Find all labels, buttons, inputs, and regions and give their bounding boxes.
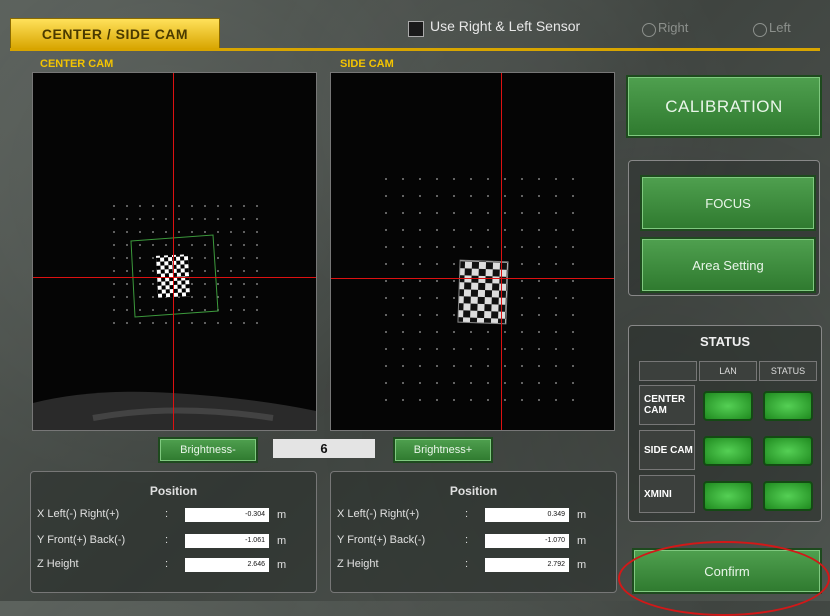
xmini-lan-led	[703, 481, 753, 511]
focus-button[interactable]: FOCUS	[640, 175, 816, 231]
status-row-center-cam: CENTER CAM	[639, 385, 695, 425]
center-position-panel: Position X Left(-) Right(+) : -0.304 m Y…	[30, 471, 317, 593]
side-cam-label: SIDE CAM	[340, 58, 394, 70]
center-crosshair-horizontal	[33, 277, 316, 278]
center-pos-y-label: Y Front(+) Back(-)	[37, 534, 126, 546]
status-row-side-cam: SIDE CAM	[639, 430, 695, 470]
radio-right[interactable]	[642, 23, 656, 37]
side-pos-x-value[interactable]: 0.349	[485, 508, 569, 522]
center-cam-view[interactable]	[32, 72, 317, 431]
status-col-lan: LAN	[699, 361, 757, 381]
use-sensor-checkbox[interactable]	[408, 21, 424, 37]
center-pos-x-unit: m	[277, 509, 287, 521]
center-cam-lan-led	[703, 391, 753, 421]
center-pos-y-unit: m	[277, 535, 287, 547]
side-cam-lan-led	[703, 436, 753, 466]
radio-left-label: Left	[769, 20, 791, 35]
status-panel: STATUS LAN STATUS CENTER CAM SIDE CAM XM…	[628, 325, 822, 522]
side-pos-x-label: X Left(-) Right(+)	[337, 508, 420, 520]
center-pos-row-x: X Left(-) Right(+) : -0.304 m	[37, 508, 287, 522]
side-cam-image	[371, 168, 581, 413]
side-pos-z-unit: m	[577, 559, 587, 571]
side-pos-row-z: Z Height : 2.792 m	[337, 558, 587, 572]
area-setting-button[interactable]: Area Setting	[640, 237, 816, 293]
confirm-highlight-ellipse	[618, 541, 830, 616]
center-pos-row-y: Y Front(+) Back(-) : -1.061 m	[37, 534, 287, 548]
status-col-status: STATUS	[759, 361, 817, 381]
center-pos-row-z: Z Height : 2.646 m	[37, 558, 287, 572]
center-crosshair-vertical	[173, 73, 174, 430]
side-pos-z-label: Z Height	[337, 558, 379, 570]
use-sensor-label: Use Right & Left Sensor	[430, 18, 581, 34]
side-pos-z-value[interactable]: 2.792	[485, 558, 569, 572]
center-pos-z-label: Z Height	[37, 558, 79, 570]
brightness-value-field[interactable]: 6	[273, 439, 375, 458]
side-pos-y-unit: m	[577, 535, 587, 547]
status-row-xmini: XMINI	[639, 475, 695, 513]
side-crosshair-horizontal	[331, 278, 614, 279]
center-pos-y-value[interactable]: -1.061	[185, 534, 269, 548]
center-pos-x-value[interactable]: -0.304	[185, 508, 269, 522]
status-title: STATUS	[699, 334, 751, 349]
status-header-blank	[639, 361, 697, 381]
brightness-plus-button[interactable]: Brightness+	[393, 437, 493, 463]
radio-right-label: Right	[658, 20, 689, 35]
side-cam-view[interactable]	[330, 72, 615, 431]
brightness-minus-button[interactable]: Brightness-	[158, 437, 258, 463]
tab-center-side-cam[interactable]: CENTER / SIDE CAM	[10, 18, 220, 50]
side-pos-y-value[interactable]: -1.070	[485, 534, 569, 548]
center-cam-image	[33, 203, 316, 430]
radio-left[interactable]	[753, 23, 767, 37]
side-pos-x-unit: m	[577, 509, 587, 521]
side-pos-y-label: Y Front(+) Back(-)	[337, 534, 426, 546]
center-cam-label: CENTER CAM	[40, 58, 114, 70]
center-position-title: Position	[149, 484, 198, 498]
side-pos-row-x: X Left(-) Right(+) : 0.349 m	[337, 508, 587, 522]
center-pos-z-unit: m	[277, 559, 287, 571]
side-position-panel: Position X Left(-) Right(+) : 0.349 m Y …	[330, 471, 617, 593]
side-cam-status-led	[763, 436, 813, 466]
center-cam-status-led	[763, 391, 813, 421]
header-divider	[10, 48, 820, 51]
center-pos-z-value[interactable]: 2.646	[185, 558, 269, 572]
calibration-button[interactable]: CALIBRATION	[626, 75, 822, 138]
center-pos-x-label: X Left(-) Right(+)	[37, 508, 120, 520]
side-pos-row-y: Y Front(+) Back(-) : -1.070 m	[337, 534, 587, 548]
side-position-title: Position	[449, 484, 498, 498]
side-crosshair-vertical	[501, 73, 502, 430]
xmini-status-led	[763, 481, 813, 511]
